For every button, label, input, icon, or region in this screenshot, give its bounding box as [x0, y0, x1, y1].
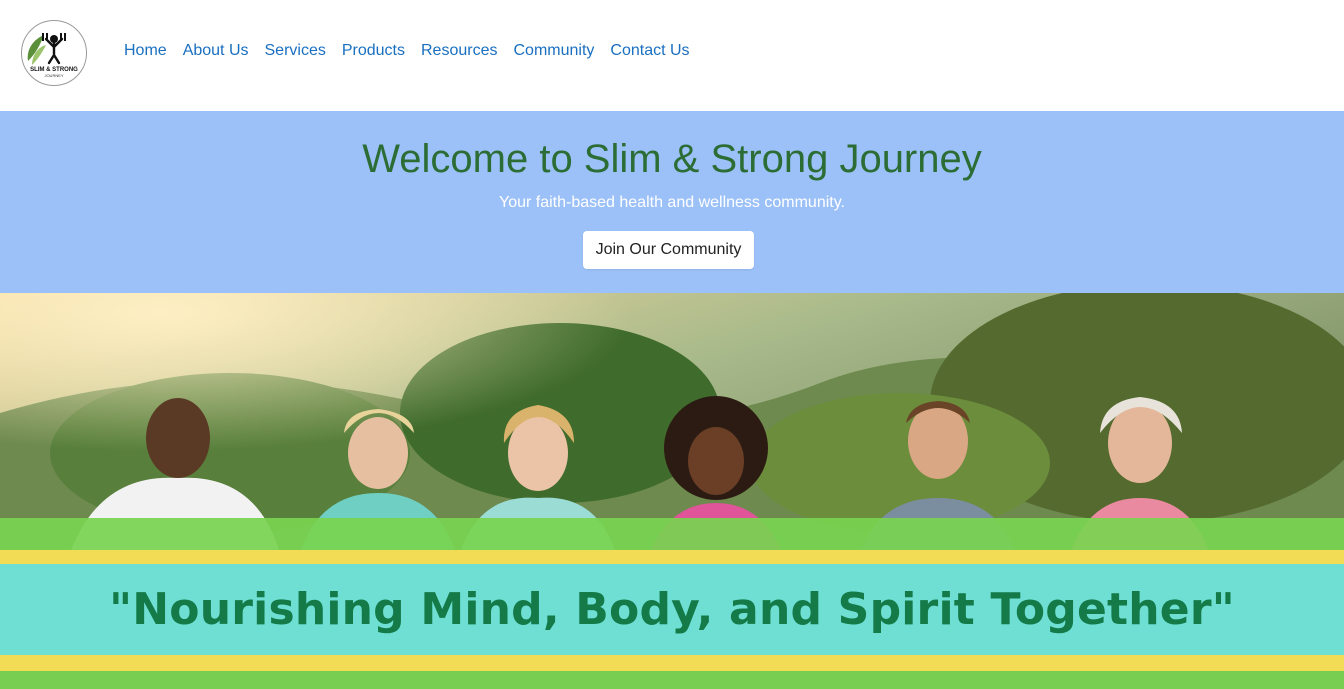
- band-yellow-bottom: [0, 655, 1344, 671]
- logo-line2: JOURNEY: [44, 73, 63, 78]
- hero-title: Welcome to Slim & Strong Journey: [362, 137, 982, 181]
- site-header: SLIM & STRONG JOURNEY Home About Us Serv…: [0, 0, 1344, 111]
- banner-image: "Nourishing Mind, Body, and Spirit Toget…: [0, 293, 1344, 689]
- band-green-top: [0, 518, 1344, 550]
- nav-products[interactable]: Products: [342, 42, 405, 60]
- nav-about-us[interactable]: About Us: [183, 42, 249, 60]
- banner-quote: "Nourishing Mind, Body, and Spirit Toget…: [109, 584, 1235, 635]
- join-community-button[interactable]: Join Our Community: [583, 231, 754, 269]
- nav-services[interactable]: Services: [265, 42, 326, 60]
- logo-graphic: SLIM & STRONG JOURNEY: [27, 33, 78, 78]
- hero-subtitle: Your faith-based health and wellness com…: [499, 194, 845, 211]
- nav-home[interactable]: Home: [124, 42, 167, 60]
- nav-resources[interactable]: Resources: [421, 42, 497, 60]
- band-yellow-top: [0, 550, 1344, 564]
- quote-band: "Nourishing Mind, Body, and Spirit Toget…: [0, 518, 1344, 689]
- nav-contact-us[interactable]: Contact Us: [610, 42, 689, 60]
- site-logo[interactable]: SLIM & STRONG JOURNEY: [21, 20, 87, 86]
- hero-section: Welcome to Slim & Strong Journey Your fa…: [0, 111, 1344, 293]
- band-green-bottom: [0, 671, 1344, 689]
- nav-community[interactable]: Community: [513, 42, 594, 60]
- main-nav: Home About Us Services Products Resource…: [124, 42, 706, 60]
